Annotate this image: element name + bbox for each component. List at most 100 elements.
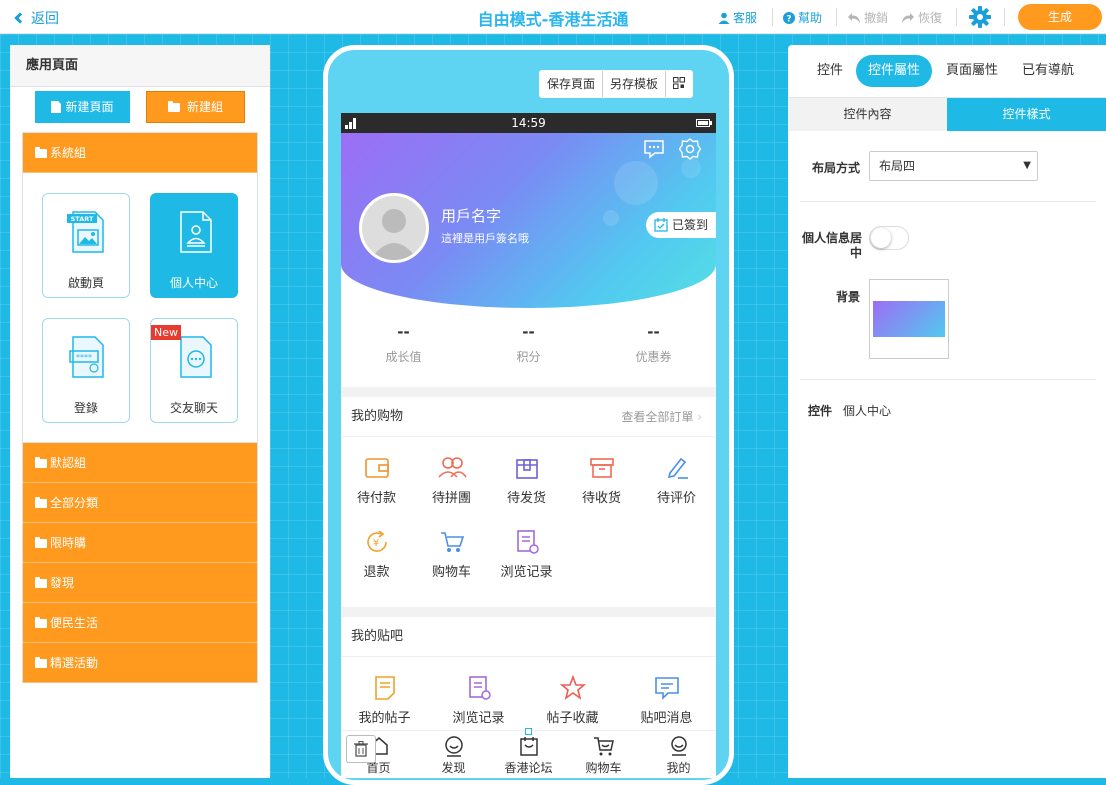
gear-icon[interactable] <box>969 6 991 28</box>
group-item[interactable]: 發現 <box>23 563 257 603</box>
forum-history[interactable]: 浏览记录 <box>441 675 516 726</box>
subtab-control-content[interactable]: 控件內容 <box>788 98 947 131</box>
forum-label: 浏览记录 <box>452 711 505 726</box>
forum-my-posts[interactable]: 我的帖子 <box>347 675 422 726</box>
tab-discover[interactable]: 发现 <box>416 735 491 776</box>
forum-header: 我的贴吧 <box>341 617 716 657</box>
page-tile-splash[interactable]: START 啟動頁 <box>42 193 130 298</box>
caret-down-icon: ▼ <box>1023 160 1031 171</box>
control-label: 控件 <box>807 404 832 418</box>
folder-icon <box>35 537 47 548</box>
profile-page-icon <box>180 211 212 253</box>
svg-text:?: ? <box>786 14 791 24</box>
status-time: 14:59 <box>511 116 546 130</box>
forum-label: 贴吧消息 <box>640 711 693 726</box>
subtab-control-style[interactable]: 控件樣式 <box>947 98 1106 131</box>
group-item[interactable]: 默認組 <box>23 443 257 483</box>
background-image-picker[interactable] <box>869 279 949 359</box>
tab-existing-navigation[interactable]: 已有導航 <box>1012 55 1084 87</box>
forum-label: 帖子收藏 <box>546 711 599 726</box>
selection-handle[interactable] <box>525 728 532 735</box>
new-group-button[interactable]: 新建組 <box>146 91 245 123</box>
mine-icon <box>670 736 687 756</box>
divider <box>800 379 1096 380</box>
checked-in-badge[interactable]: 已簽到 <box>646 212 716 238</box>
tab-mine[interactable]: 我的 <box>641 735 716 776</box>
generate-button[interactable]: 生成 <box>1018 4 1102 30</box>
question-icon: ? <box>783 11 795 24</box>
package-icon <box>515 459 538 479</box>
page-tile-chat[interactable]: New 交友聊天 <box>150 318 238 423</box>
group-item[interactable]: 限時購 <box>23 523 257 563</box>
save-page-button[interactable]: 保存頁面 <box>540 71 604 97</box>
center-info-toggle[interactable] <box>869 226 909 250</box>
profile-header[interactable]: 用戶名字 這裡是用戶簽名哦 已簽到 <box>341 133 716 308</box>
stat-value: -- <box>647 323 660 341</box>
section-gap <box>341 607 716 617</box>
group-item[interactable]: 精選活動 <box>23 643 257 683</box>
new-group-label: 新建組 <box>186 100 223 114</box>
group-label: 默認組 <box>50 456 87 470</box>
bottom-tab-bar: 首页 发现 香港论坛 购物车 我的 <box>341 730 716 778</box>
stat-growth[interactable]: -- 成长值 <box>341 318 466 365</box>
tab-forum[interactable]: 香港论坛 <box>491 735 566 776</box>
stat-coupons[interactable]: -- 优惠券 <box>591 318 716 365</box>
save-template-button[interactable]: 另存模板 <box>603 71 667 97</box>
folder-icon <box>167 100 180 112</box>
browse-history[interactable]: 浏览记录 <box>489 529 564 580</box>
order-label: 待拼團 <box>431 491 471 506</box>
history-doc-icon <box>468 676 491 700</box>
tab-controls[interactable]: 控件 <box>804 55 856 87</box>
new-page-button[interactable]: 新建頁面 <box>35 91 130 123</box>
redo-icon <box>902 12 914 23</box>
shopping-cart[interactable]: 购物车 <box>414 529 489 580</box>
splash-page-icon: START <box>67 211 104 253</box>
tab-page-properties[interactable]: 頁面屬性 <box>936 55 1008 87</box>
help-button[interactable]: ? 幫助 <box>783 9 822 26</box>
center-info-label: 個人信息居中 <box>796 231 862 261</box>
group-item[interactable]: 便民生活 <box>23 603 257 643</box>
tile-label: 交友聊天 <box>169 401 218 415</box>
order-group-buy[interactable]: 待拼團 <box>414 455 489 506</box>
user-stats: -- 成长值 -- 积分 -- 优惠券 <box>341 318 716 383</box>
folder-icon <box>35 617 47 628</box>
svg-text:****: **** <box>76 353 92 362</box>
group-label: 精選活動 <box>50 656 99 670</box>
background-label: 背景 <box>835 290 860 304</box>
history-doc-icon <box>516 530 539 554</box>
view-all-orders-link[interactable]: 查看全部訂單 › <box>621 397 702 437</box>
view-all-label: 查看全部訂單 <box>621 410 694 424</box>
tab-cart[interactable]: 购物车 <box>566 735 641 776</box>
tab-control-properties[interactable]: 控件屬性 <box>856 55 932 87</box>
undo-button[interactable]: 撤銷 <box>847 9 888 26</box>
order-to-receive[interactable]: 待收货 <box>564 455 639 506</box>
divider <box>1004 8 1005 26</box>
login-page-icon: **** <box>69 336 104 378</box>
folder-open-icon <box>35 147 47 158</box>
order-pending-payment[interactable]: 待付款 <box>341 455 414 506</box>
group-system[interactable]: 系統組 <box>23 133 257 173</box>
stat-points[interactable]: -- 积分 <box>466 318 591 365</box>
delete-control-button[interactable] <box>346 735 376 763</box>
settings-icon[interactable] <box>679 138 701 160</box>
page-tile-login[interactable]: **** 登錄 <box>42 318 130 423</box>
order-refund[interactable]: ¥ 退款 <box>341 529 414 580</box>
start-badge: START <box>71 215 94 223</box>
layout-select[interactable]: 布局四 ▼ <box>869 151 1038 181</box>
stat-label: 积分 <box>516 350 541 364</box>
order-to-ship[interactable]: 待发货 <box>489 455 564 506</box>
qr-icon <box>673 77 686 89</box>
message-icon[interactable] <box>643 139 665 159</box>
avatar[interactable] <box>359 193 429 263</box>
order-to-review[interactable]: 待评价 <box>639 455 714 506</box>
folder-icon <box>35 657 47 668</box>
page-tile-profile[interactable]: 個人中心 <box>150 193 238 298</box>
forum-favorites[interactable]: 帖子收藏 <box>535 675 610 726</box>
shopping-header: 我的购物 查看全部訂單 › <box>341 397 716 437</box>
service-button[interactable]: 客服 <box>718 9 757 26</box>
stat-label: 成长值 <box>385 350 422 364</box>
forum-messages[interactable]: 贴吧消息 <box>629 675 704 726</box>
group-item[interactable]: 全部分類 <box>23 483 257 523</box>
redo-button[interactable]: 恢復 <box>901 9 942 26</box>
qr-button[interactable] <box>666 71 693 97</box>
